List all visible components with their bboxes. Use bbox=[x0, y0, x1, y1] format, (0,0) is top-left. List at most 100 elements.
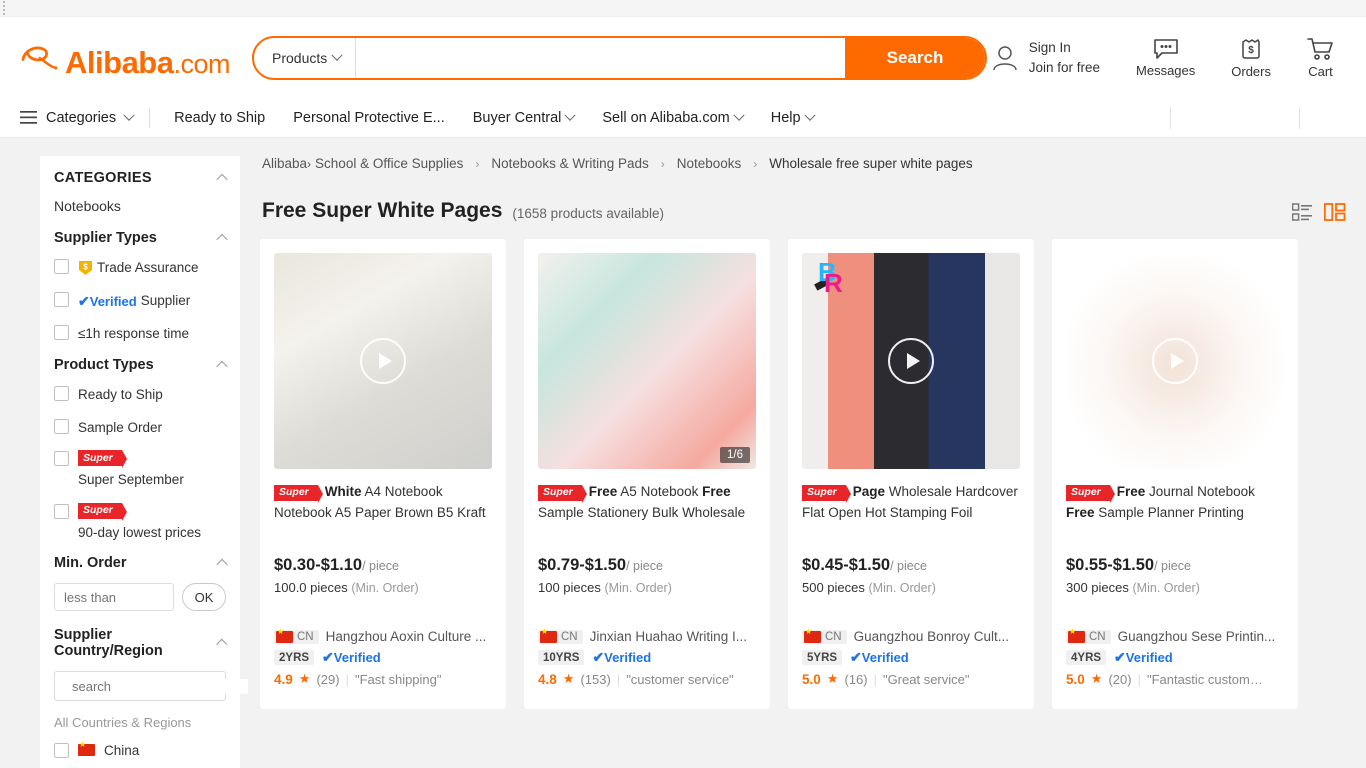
product-image[interactable]: 1/6 bbox=[538, 253, 756, 469]
sign-in-area[interactable]: Sign In Join for free bbox=[990, 38, 1100, 77]
checkbox[interactable] bbox=[54, 743, 69, 759]
breadcrumb-item-school-office[interactable]: School & Office Supplies bbox=[315, 156, 463, 171]
nav-item-help[interactable]: Help bbox=[757, 109, 828, 126]
nav-item-personal-protective[interactable]: Personal Protective E... bbox=[279, 110, 459, 126]
chevron-down-icon bbox=[733, 109, 745, 121]
play-video-icon[interactable] bbox=[360, 338, 406, 384]
play-video-icon[interactable] bbox=[888, 338, 934, 384]
supplier-name[interactable]: Guangzhou Bonroy Cult... bbox=[854, 629, 1009, 644]
country-search-box[interactable] bbox=[54, 671, 248, 702]
chevron-up-icon bbox=[216, 173, 228, 186]
min-order-input[interactable] bbox=[54, 583, 174, 612]
product-title[interactable]: Super Page Wholesale Hardcover Flat Open … bbox=[802, 482, 1020, 522]
messages-button[interactable]: Messages bbox=[1136, 38, 1195, 78]
supplier-years: 4YRS bbox=[1066, 650, 1107, 665]
checkbox[interactable] bbox=[54, 503, 69, 519]
breadcrumb-item-notebooks-writing-pads[interactable]: Notebooks & Writing Pads bbox=[491, 156, 648, 171]
play-video-icon[interactable] bbox=[1152, 338, 1198, 384]
filter-sample-order[interactable]: Sample Order bbox=[54, 418, 226, 438]
grid-view-icon[interactable] bbox=[1324, 203, 1346, 221]
product-price: $0.55-$1.50/ piece bbox=[1066, 556, 1284, 575]
sidebar-category-notebooks[interactable]: Notebooks bbox=[54, 198, 226, 214]
price-range: $0.30-$1.10 bbox=[274, 556, 363, 574]
breadcrumb-separator: › bbox=[475, 156, 480, 171]
product-card[interactable]: B R Super Page Wholesale Hardcover Flat O… bbox=[788, 239, 1034, 709]
browser-top-strip bbox=[0, 0, 1366, 17]
checkbox[interactable] bbox=[54, 418, 69, 434]
cart-button[interactable]: Cart bbox=[1307, 37, 1334, 79]
supplier-name[interactable]: Guangzhou Sese Printin... bbox=[1118, 629, 1276, 644]
min-order-section: Min. Order OK bbox=[40, 555, 240, 612]
supplier-info[interactable]: CN Hangzhou Aoxin Culture ... 2YRS ✔Veri… bbox=[274, 628, 492, 687]
product-moq: 500 pieces (Min. Order) bbox=[802, 580, 1020, 595]
product-card[interactable]: 1/6 Super Free A5 Notebook Free Sample St… bbox=[524, 239, 770, 709]
product-image[interactable]: B R bbox=[802, 253, 1020, 469]
product-title[interactable]: Super Free A5 Notebook Free Sample Statio… bbox=[538, 482, 756, 522]
nav-item-label: Help bbox=[770, 109, 801, 126]
supplier-name[interactable]: Jinxian Huahao Writing I... bbox=[590, 629, 747, 644]
moq-label: (Min. Order) bbox=[868, 581, 936, 595]
product-image[interactable] bbox=[1066, 253, 1284, 469]
filter-label: 90-day lowest prices bbox=[78, 524, 202, 540]
nav-item-sell-on-alibaba[interactable]: Sell on Alibaba.com bbox=[588, 109, 756, 126]
filter-verified-supplier[interactable]: ✔Verified Supplier bbox=[54, 291, 226, 312]
list-view-icon[interactable] bbox=[1292, 203, 1312, 221]
filter-trade-assurance[interactable]: $ Trade Assurance bbox=[54, 258, 226, 278]
nav-item-label: Personal Protective E... bbox=[293, 109, 445, 126]
filter-ready-to-ship[interactable]: Ready to Ship bbox=[54, 385, 226, 405]
product-card[interactable]: Super Free Journal Notebook Free Sample P… bbox=[1052, 239, 1298, 709]
checkbox[interactable] bbox=[54, 325, 69, 341]
breadcrumb-item-notebooks[interactable]: Notebooks bbox=[677, 156, 742, 171]
categories-filter-header[interactable]: CATEGORIES bbox=[54, 170, 228, 186]
checkbox[interactable] bbox=[54, 385, 69, 401]
alibaba-logo[interactable]: Alibaba.com bbox=[20, 38, 230, 78]
product-title[interactable]: Super White A4 Notebook Notebook A5 Paper… bbox=[274, 482, 492, 522]
checkbox[interactable] bbox=[54, 451, 69, 467]
filter-label: ≤1h response time bbox=[78, 326, 189, 342]
supplier-types-header[interactable]: Supplier Types bbox=[54, 230, 228, 246]
supplier-info[interactable]: CN Guangzhou Bonroy Cult... 5YRS ✔Verifi… bbox=[802, 628, 1020, 687]
logo-wordmark: Alibaba.com bbox=[65, 44, 230, 80]
breadcrumb-item-alibaba[interactable]: Alibaba bbox=[262, 156, 307, 171]
product-price: $0.30-$1.10/ piece bbox=[274, 556, 492, 575]
product-image[interactable] bbox=[274, 253, 492, 469]
user-icon bbox=[992, 45, 1017, 70]
site-header: Alibaba.com Products Search Sign In Join… bbox=[0, 17, 1366, 98]
price-range: $0.55-$1.50 bbox=[1066, 556, 1155, 574]
filter-90-day-lowest-prices[interactable]: Super 90-day lowest prices bbox=[54, 502, 226, 543]
verified-icon: ✔Verified bbox=[592, 649, 652, 665]
country-search-input[interactable] bbox=[72, 678, 248, 694]
filter-response-time[interactable]: ≤1h response time bbox=[54, 324, 226, 344]
categories-menu-button[interactable]: Categories bbox=[20, 109, 149, 126]
filter-country-china[interactable]: China bbox=[54, 741, 226, 759]
orders-button[interactable]: $ Orders bbox=[1231, 37, 1271, 79]
nav-item-ready-to-ship[interactable]: Ready to Ship bbox=[160, 110, 279, 126]
min-order-header[interactable]: Min. Order bbox=[54, 555, 228, 571]
product-title[interactable]: Super Free Journal Notebook Free Sample P… bbox=[1066, 482, 1284, 522]
join-free-label[interactable]: Join for free bbox=[1029, 58, 1100, 78]
nav-item-buyer-central[interactable]: Buyer Central bbox=[459, 109, 589, 126]
messages-label: Messages bbox=[1136, 62, 1196, 78]
product-moq: 300 pieces (Min. Order) bbox=[1066, 580, 1284, 595]
orders-label: Orders bbox=[1231, 63, 1271, 79]
checkbox[interactable] bbox=[54, 259, 69, 274]
price-unit: / piece bbox=[1154, 559, 1191, 573]
price-range: $0.45-$1.50 bbox=[802, 556, 891, 574]
search-button[interactable]: Search bbox=[845, 37, 985, 78]
search-category-dropdown[interactable]: Products bbox=[254, 37, 357, 78]
min-order-ok-button[interactable]: OK bbox=[182, 583, 226, 612]
supplier-info[interactable]: CN Guangzhou Sese Printin... 4YRS ✔Verif… bbox=[1066, 628, 1284, 687]
filter-super-september[interactable]: Super Super September bbox=[54, 450, 226, 490]
supplier-country-header[interactable]: Supplier Country/Region bbox=[54, 627, 228, 660]
svg-text:$: $ bbox=[1248, 45, 1254, 56]
super-badge: Super bbox=[274, 484, 323, 503]
checkbox[interactable] bbox=[54, 291, 69, 307]
product-card[interactable]: Super White A4 Notebook Notebook A5 Paper… bbox=[260, 239, 506, 709]
product-types-header[interactable]: Product Types bbox=[54, 357, 228, 373]
supplier-info[interactable]: CN Jinxian Huahao Writing I... 10YRS ✔Ve… bbox=[538, 628, 756, 687]
supplier-country-title: Supplier Country/Region bbox=[54, 627, 163, 660]
chevron-up-icon bbox=[216, 233, 228, 246]
search-input[interactable] bbox=[356, 37, 845, 78]
sign-in-label[interactable]: Sign In bbox=[1029, 38, 1100, 58]
supplier-name[interactable]: Hangzhou Aoxin Culture ... bbox=[326, 629, 487, 644]
